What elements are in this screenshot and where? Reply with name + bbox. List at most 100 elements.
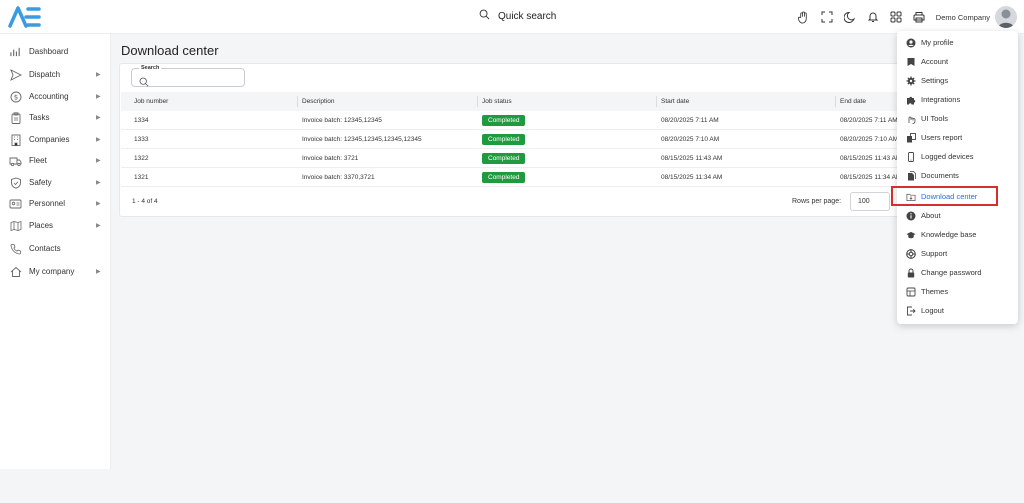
table-row[interactable]: 1321 Invoice batch: 3370,3721 Completed … — [121, 168, 919, 187]
moon-icon[interactable] — [839, 6, 861, 28]
menu-item-about[interactable]: About — [897, 206, 1018, 225]
fullscreen-icon[interactable] — [816, 6, 838, 28]
cell-job-number: 1322 — [134, 155, 149, 162]
dashboard-icon — [9, 45, 22, 58]
cell-description: Invoice batch: 3370,3721 — [302, 174, 375, 181]
sidebar-item-label: Fleet — [29, 156, 47, 165]
menu-item-integrations[interactable]: Integrations — [897, 90, 1018, 109]
menu-item-support[interactable]: Support — [897, 244, 1018, 263]
menu-item-logout[interactable]: Logout — [897, 301, 1018, 320]
chevron-right-icon: ▶ — [96, 201, 101, 207]
map-icon — [9, 219, 22, 232]
table-header: Job number Description Job status Start … — [121, 92, 919, 111]
column-header-description[interactable]: Description — [297, 96, 335, 107]
column-header-start-date[interactable]: Start date — [656, 96, 689, 107]
sidebar-item-tasks[interactable]: Tasks ▶ — [0, 107, 111, 128]
hand-icon[interactable] — [793, 6, 815, 28]
bell-icon[interactable] — [862, 6, 884, 28]
table-row[interactable]: 1322 Invoice batch: 3721 Completed 08/15… — [121, 149, 919, 168]
sidebar-item-label: Contacts — [29, 244, 61, 253]
cell-status: Completed — [482, 149, 526, 168]
clipboard-icon — [9, 111, 22, 124]
cell-end-date: 08/15/2025 11:34 AM — [840, 174, 902, 181]
documents-icon — [906, 171, 916, 181]
sidebar-item-companies[interactable]: Companies ▶ — [0, 129, 111, 150]
graduation-cap-icon — [906, 230, 916, 240]
menu-item-label: Support — [921, 249, 948, 258]
column-header-end-date[interactable]: End date — [835, 96, 866, 107]
user-circle-icon — [906, 38, 916, 48]
sidebar-item-label: Tasks — [29, 113, 50, 122]
rows-per-page-value: 100 — [858, 198, 870, 205]
shield-icon — [9, 176, 22, 189]
top-bar: Quick search Demo Company — [0, 0, 1024, 34]
menu-item-label: Integrations — [921, 95, 961, 104]
apps-grid-icon[interactable] — [885, 6, 907, 28]
chevron-right-icon: ▶ — [96, 137, 101, 143]
user-menu: My profile Account Settings Integrations… — [897, 31, 1018, 324]
cell-description: Invoice batch: 12345,12345 — [302, 117, 382, 124]
menu-item-label: Logout — [921, 306, 944, 315]
company-name[interactable]: Demo Company — [936, 13, 990, 22]
sidebar-item-places[interactable]: Places ▶ — [0, 215, 111, 236]
menu-item-themes[interactable]: Themes — [897, 282, 1018, 301]
top-toolbar: Demo Company — [792, 0, 1024, 34]
menu-item-settings[interactable]: Settings — [897, 71, 1018, 90]
sidebar-item-label: Places — [29, 221, 54, 230]
menu-item-logged-devices[interactable]: Logged devices — [897, 147, 1018, 166]
cell-description: Invoice batch: 12345,12345,12345,12345 — [302, 136, 422, 143]
search-icon — [479, 9, 490, 23]
menu-item-change-password[interactable]: Change password — [897, 263, 1018, 282]
sidebar-item-contacts[interactable]: Contacts — [0, 238, 111, 259]
search-input[interactable]: Search — [131, 65, 245, 87]
rows-per-page-label: Rows per page: — [792, 198, 842, 205]
menu-item-documents[interactable]: Documents — [897, 166, 1018, 185]
menu-item-label: Users report — [921, 133, 963, 142]
menu-item-ui-tools[interactable]: UI Tools — [897, 109, 1018, 128]
chevron-right-icon: ▶ — [96, 223, 101, 229]
quick-search-button[interactable]: Quick search — [479, 9, 556, 23]
cell-end-date: 08/20/2025 7:10 AM — [840, 136, 899, 143]
menu-item-label: About — [921, 211, 941, 220]
id-card-icon — [9, 197, 22, 210]
menu-item-my-profile[interactable]: My profile — [897, 33, 1018, 52]
sidebar-item-accounting[interactable]: $ Accounting ▶ — [0, 86, 111, 107]
menu-item-label: Themes — [921, 287, 949, 296]
menu-item-label: Logged devices — [921, 152, 974, 161]
chevron-right-icon: ▶ — [96, 115, 101, 121]
pagination-range: 1 - 4 of 4 — [132, 198, 158, 205]
rows-per-page-select[interactable]: 100 — [850, 192, 890, 211]
cell-status: Completed — [482, 168, 526, 187]
app-logo[interactable] — [8, 5, 42, 29]
info-icon — [906, 211, 916, 221]
sidebar-item-dispatch[interactable]: Dispatch ▶ — [0, 64, 111, 85]
sidebar-item-label: Dashboard — [29, 47, 69, 56]
table-row[interactable]: 1333 Invoice batch: 12345,12345,12345,12… — [121, 130, 919, 149]
menu-item-account[interactable]: Account — [897, 52, 1018, 71]
cell-start-date: 08/15/2025 11:34 AM — [661, 174, 723, 181]
sidebar-item-label: Dispatch — [29, 70, 61, 79]
sidebar-item-dashboard[interactable]: Dashboard — [0, 41, 111, 62]
menu-item-download-center[interactable]: Download center — [897, 187, 1018, 206]
menu-item-label: Knowledge base — [921, 230, 977, 239]
phone-device-icon — [906, 152, 916, 162]
sidebar-item-fleet[interactable]: Fleet ▶ — [0, 150, 111, 171]
cell-end-date: 08/20/2025 7:11 AM — [840, 117, 898, 124]
sidebar-item-my-company[interactable]: My company ▶ — [0, 261, 111, 282]
users-report-icon — [906, 133, 916, 143]
themes-icon — [906, 287, 916, 297]
sidebar-item-personnel[interactable]: Personnel ▶ — [0, 193, 111, 214]
column-header-job-number[interactable]: Job number — [121, 92, 168, 111]
table-row[interactable]: 1334 Invoice batch: 12345,12345 Complete… — [121, 111, 919, 130]
avatar[interactable] — [995, 6, 1017, 28]
phone-icon — [9, 242, 22, 255]
cell-job-number: 1321 — [134, 174, 149, 181]
sidebar-item-label: Accounting — [29, 92, 69, 101]
column-header-job-status[interactable]: Job status — [477, 96, 512, 107]
menu-item-label: Download center — [921, 192, 978, 201]
menu-item-users-report[interactable]: Users report — [897, 128, 1018, 147]
printer-icon[interactable] — [908, 6, 930, 28]
menu-item-knowledge-base[interactable]: Knowledge base — [897, 225, 1018, 244]
sidebar-item-safety[interactable]: Safety ▶ — [0, 172, 111, 193]
logout-icon — [906, 306, 916, 316]
